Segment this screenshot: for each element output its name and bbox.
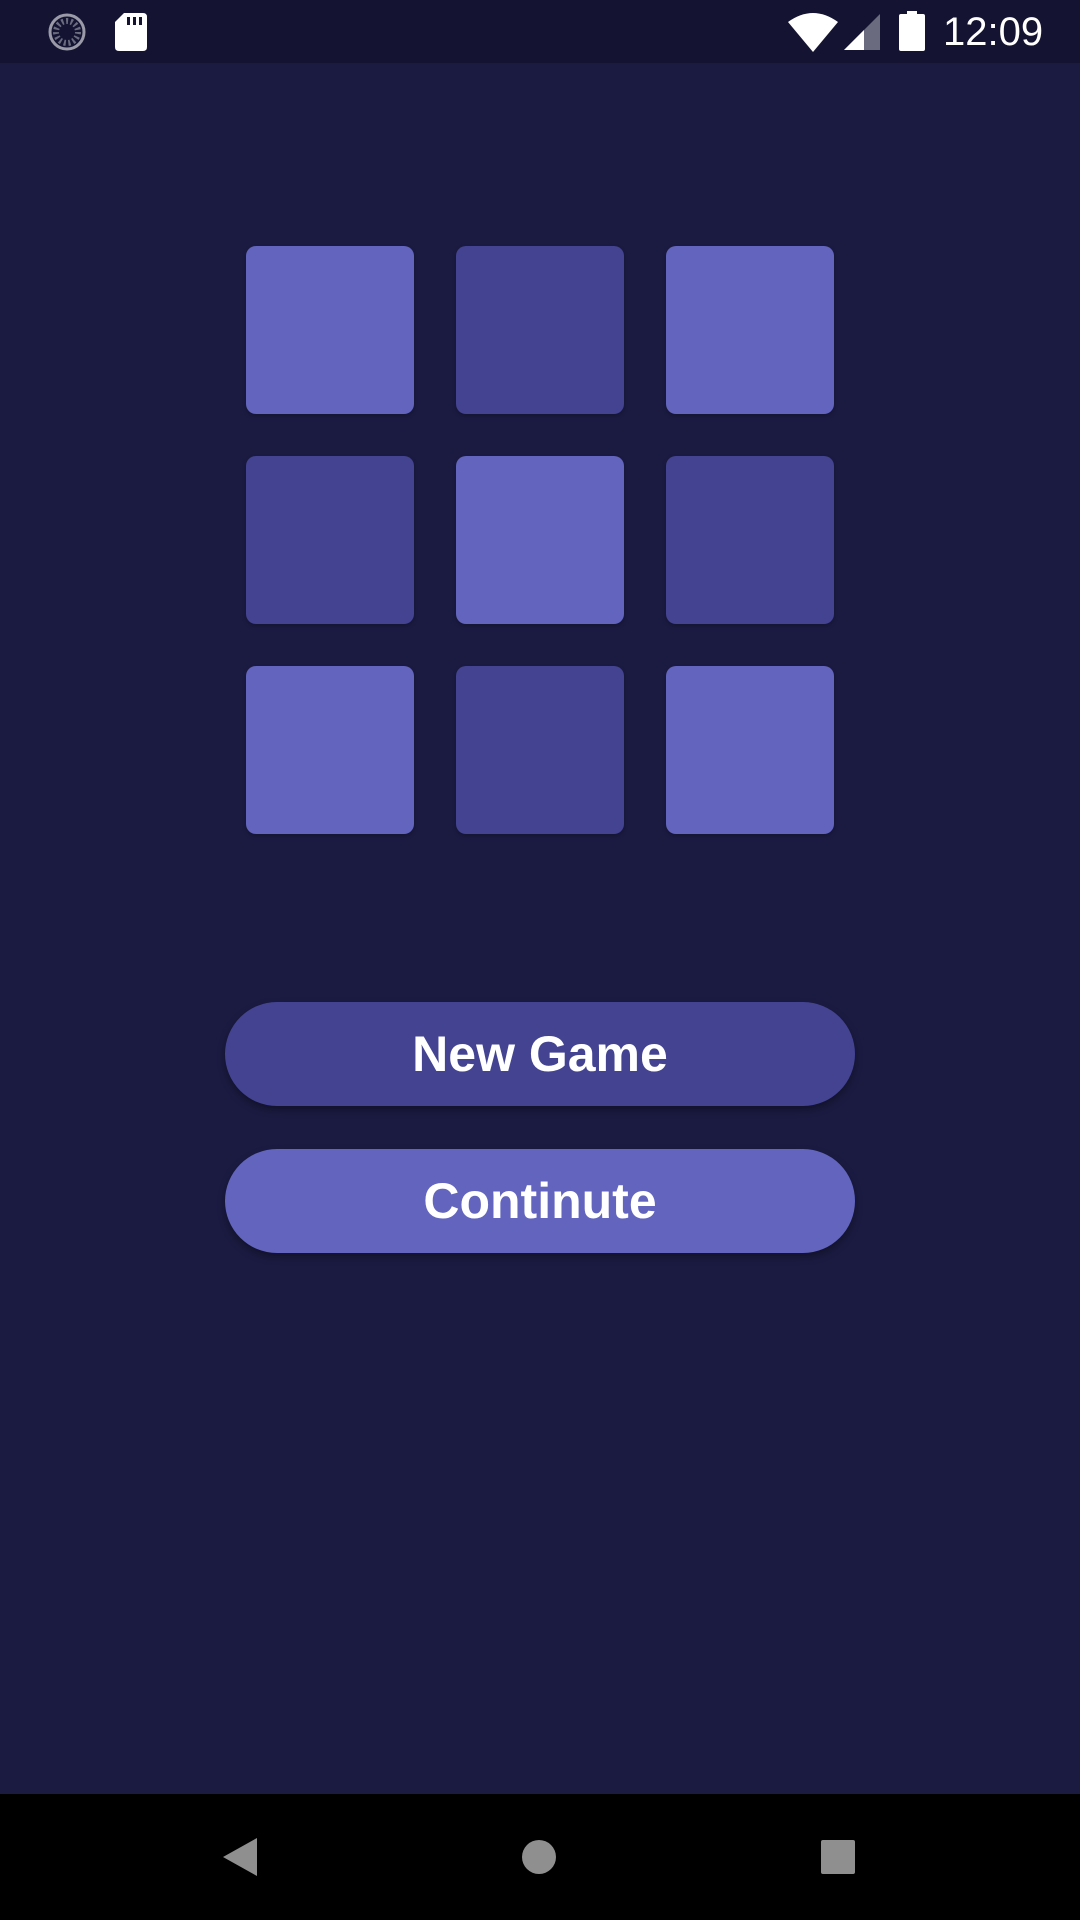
tile-r2-c1[interactable]: [246, 456, 414, 624]
game-board: [246, 246, 834, 834]
tile-r2-c3[interactable]: [666, 456, 834, 624]
tile-r1-c1[interactable]: [246, 246, 414, 414]
tile-r1-c3[interactable]: [666, 246, 834, 414]
loading-spinner-icon: [48, 13, 86, 51]
back-icon[interactable]: [223, 1838, 257, 1876]
status-bar: 12:09: [0, 0, 1080, 63]
tile-r3-c1[interactable]: [246, 666, 414, 834]
home-icon[interactable]: [521, 1839, 557, 1875]
tile-r3-c3[interactable]: [666, 666, 834, 834]
continue-button[interactable]: Continute: [225, 1149, 855, 1253]
tile-r2-c2[interactable]: [456, 456, 624, 624]
status-time: 12:09: [943, 10, 1044, 54]
tile-r3-c2[interactable]: [456, 666, 624, 834]
sd-card-icon: [115, 13, 147, 51]
recent-apps-icon[interactable]: [821, 1840, 855, 1874]
cell-signal-icon: [844, 14, 880, 50]
new-game-button[interactable]: New Game: [225, 1002, 855, 1106]
tile-r1-c2[interactable]: [456, 246, 624, 414]
battery-icon: [899, 11, 925, 51]
wifi-icon: [788, 13, 838, 52]
